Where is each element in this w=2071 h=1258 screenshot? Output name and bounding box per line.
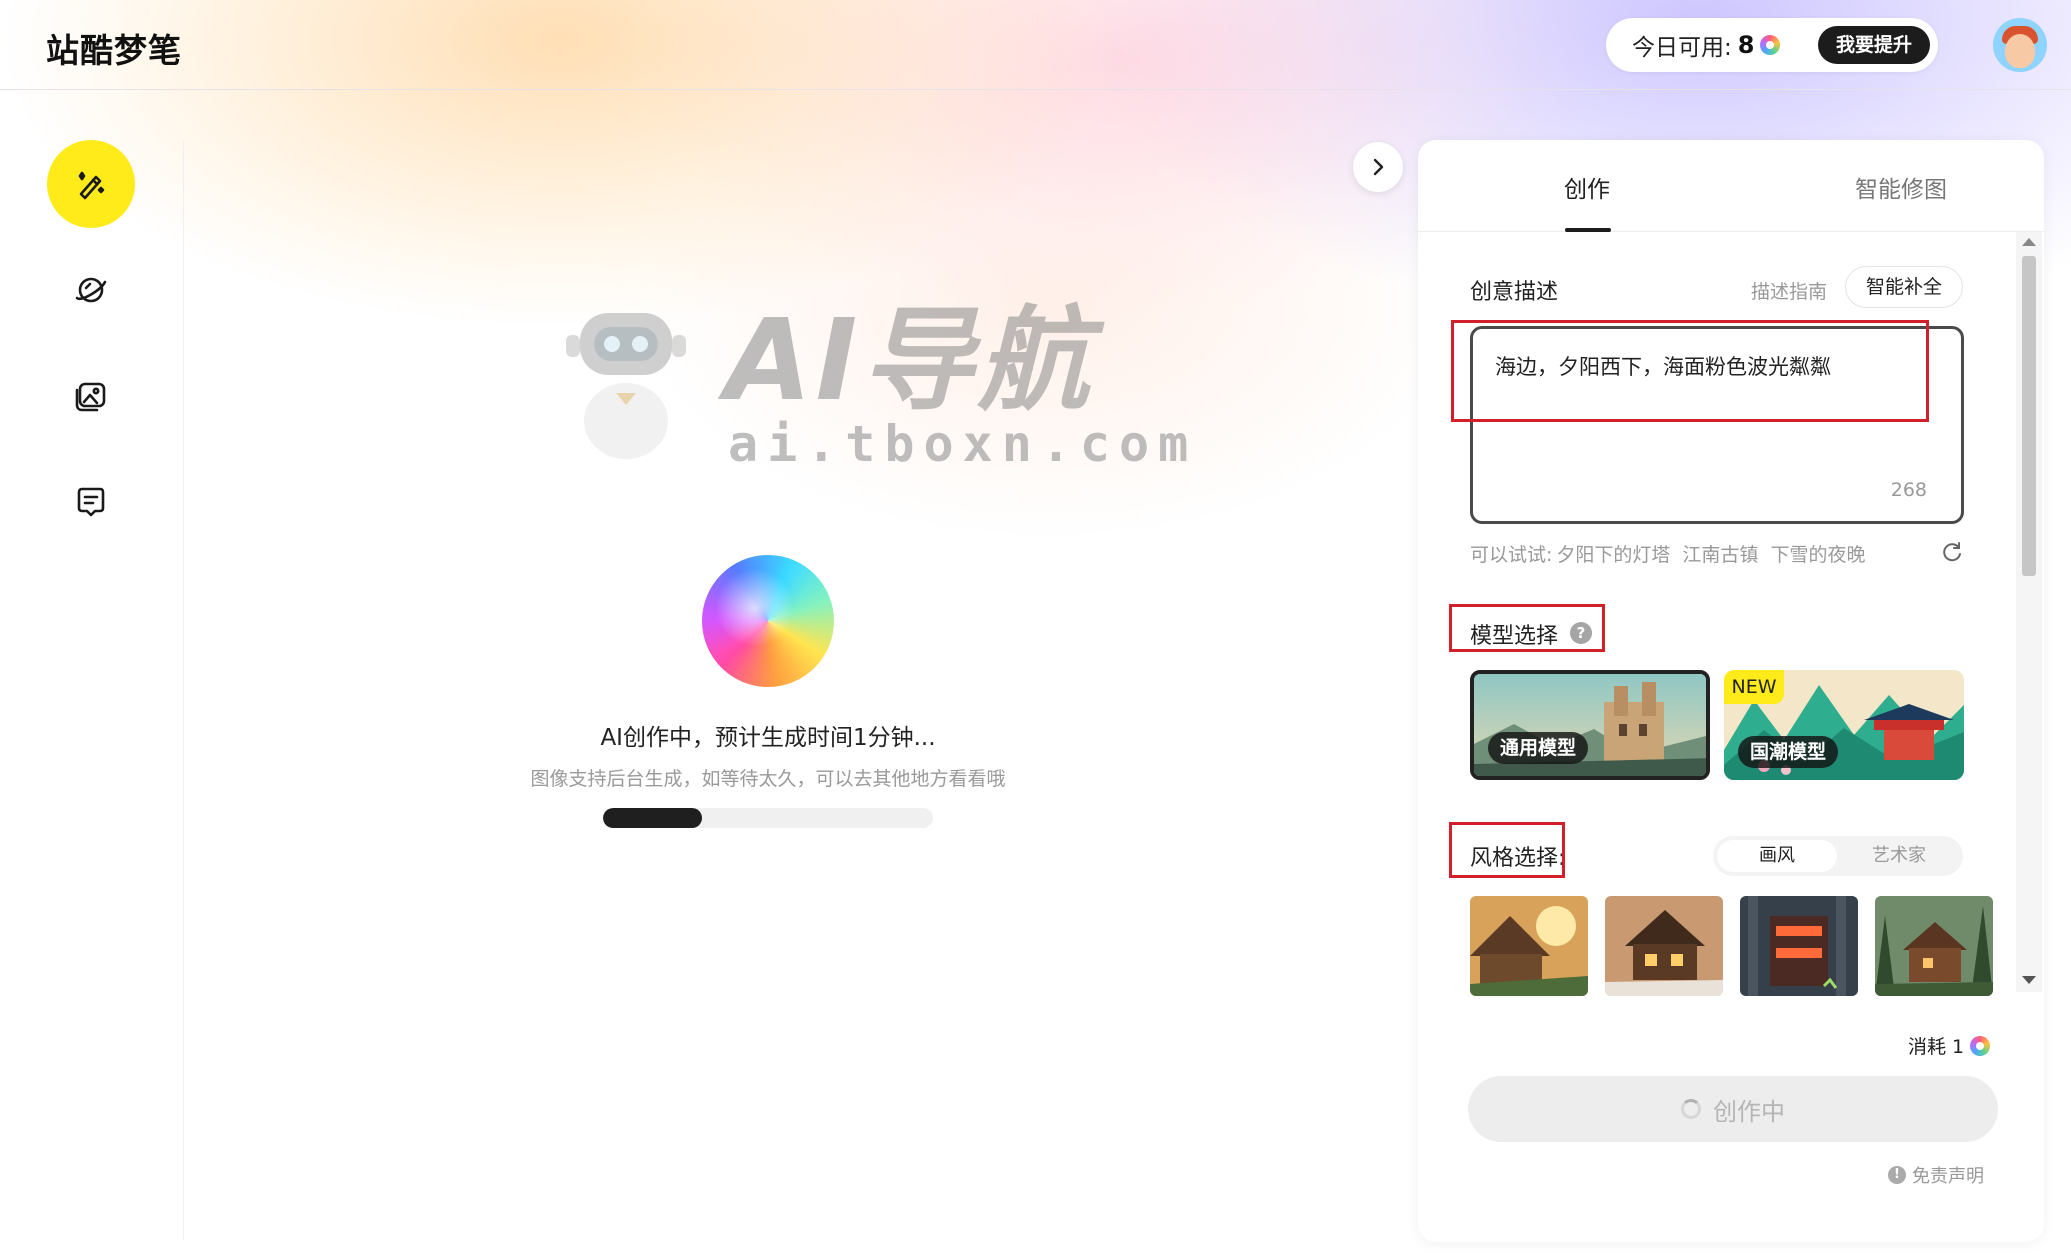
description-label: 创意描述 (1470, 280, 1559, 305)
generating-subtitle: 图像支持后台生成，如等待太久，可以去其他地方看看哦 (530, 768, 1006, 790)
coin-icon (1760, 35, 1781, 55)
tab-smart-retouch[interactable]: 智能修图 (1855, 170, 1947, 204)
char-count: 268 (1890, 479, 1927, 501)
upgrade-button[interactable]: 我要提升 (1818, 26, 1930, 64)
sidebar-item-explore[interactable] (47, 246, 135, 334)
avatar-face (2005, 34, 2035, 68)
create-button[interactable]: 创作中 (1468, 1076, 1998, 1142)
highlight-box-prompt (1451, 320, 1929, 422)
suggestion-row: 可以试试: 夕阳下的灯塔 江南古镇 下雪的夜晚 (1470, 540, 1964, 567)
model-option-general[interactable]: 通用模型 (1470, 670, 1710, 780)
planet-icon (75, 277, 107, 303)
top-header: 站酷梦笔 今日可用: 8 我要提升 (0, 0, 2071, 90)
disclaimer-label: 免责声明 (1912, 1166, 1984, 1187)
sidebar (0, 140, 184, 1240)
active-tab-indicator (1565, 228, 1611, 232)
generating-title: AI创作中，预计生成时间1分钟... (600, 725, 936, 751)
magic-pen-icon (78, 171, 105, 200)
sidebar-item-create[interactable] (47, 140, 135, 228)
collapse-panel-button[interactable] (1353, 142, 1403, 192)
watermark: AI导航 ai.tboxn.com (560, 296, 1188, 475)
cost-indicator: 消耗 1 (1908, 1032, 1991, 1059)
watermark-title: AI导航 (725, 296, 1094, 426)
cabin-warm-image (1605, 896, 1723, 996)
create-panel: 创作 智能修图 创意描述 描述指南 智能补全 海边，夕阳西下，海面粉色波光粼粼 … (1418, 140, 2044, 1242)
style-thumbnail[interactable] (1740, 896, 1858, 996)
watermark-url: ai.tboxn.com (728, 415, 1198, 473)
new-badge: NEW (1724, 670, 1784, 704)
suggestion-item[interactable]: 夕阳下的灯塔 (1556, 540, 1670, 567)
loading-spinner-icon (1681, 1099, 1701, 1119)
highlight-box-model (1449, 604, 1605, 652)
app-logo[interactable]: 站酷梦笔 (46, 24, 182, 72)
chevron-right-icon (1373, 158, 1384, 176)
panel-scrollbar[interactable] (2016, 232, 2042, 992)
smart-fill-button[interactable]: 智能补全 (1845, 266, 1963, 308)
scroll-down-arrow-icon[interactable] (2022, 976, 2036, 984)
chat-icon (77, 487, 105, 517)
style-thumbnail[interactable] (1875, 896, 1993, 996)
progress-bar (603, 808, 933, 828)
segment-artist[interactable]: 艺术家 (1839, 840, 1959, 872)
sidebar-item-feedback[interactable] (47, 458, 135, 546)
model-option-label: 国潮模型 (1738, 736, 1839, 768)
create-button-label: 创作中 (1713, 1097, 1785, 1126)
model-option-label: 通用模型 (1488, 732, 1589, 764)
generating-orb (702, 555, 834, 687)
suggestion-item[interactable]: 江南古镇 (1682, 540, 1758, 567)
coin-icon (1970, 1035, 1991, 1056)
model-option-guochao[interactable]: NEW 国潮模型 (1724, 670, 1964, 780)
tab-create[interactable]: 创作 (1564, 170, 1610, 204)
sidebar-item-gallery[interactable] (47, 352, 135, 440)
cost-label: 消耗 1 (1908, 1036, 1965, 1058)
images-icon (75, 382, 106, 412)
disclaimer-link[interactable]: ! 免责声明 (1888, 1162, 1984, 1188)
description-guide-link[interactable]: 描述指南 (1751, 277, 1827, 304)
highlight-box-style (1449, 822, 1565, 878)
segment-painting-style[interactable]: 画风 (1717, 840, 1837, 872)
quota-value: 8 (1737, 31, 1755, 59)
cabin-forest-image (1875, 896, 1993, 996)
panel-tabs: 创作 智能修图 (1418, 140, 2044, 232)
robot-logo-icon (566, 313, 686, 459)
info-icon: ! (1888, 1166, 1906, 1184)
style-thumbnail[interactable] (1470, 896, 1588, 996)
style-thumbnail[interactable] (1605, 896, 1723, 996)
style-segment-control: 画风 艺术家 (1713, 836, 1963, 876)
suggestion-prefix: 可以试试: (1470, 544, 1553, 566)
castle-landscape-image (1474, 674, 1706, 776)
scroll-thumb[interactable] (2022, 256, 2036, 576)
suggestion-item[interactable]: 下雪的夜晚 (1770, 540, 1865, 567)
cabin-sunset-image (1470, 896, 1588, 996)
refresh-icon[interactable] (1940, 540, 1964, 564)
avatar[interactable] (1993, 18, 2047, 72)
progress-fill (603, 808, 702, 828)
cabin-night-image (1740, 896, 1858, 996)
quota-pill: 今日可用: 8 我要提升 (1606, 18, 1938, 72)
quota-label: 今日可用: (1632, 35, 1732, 61)
scroll-up-arrow-icon[interactable] (2022, 238, 2036, 246)
